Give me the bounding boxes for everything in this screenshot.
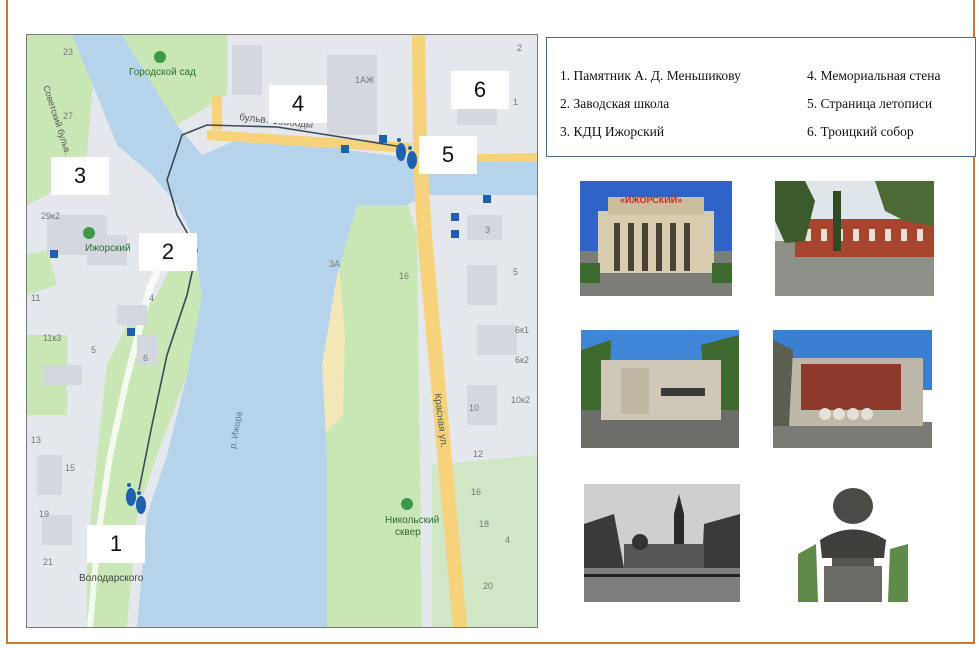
label-nikolsky: Никольский	[385, 515, 440, 526]
house-number: 5	[513, 267, 519, 277]
legend-item-6: 6. Троицкий собор	[807, 124, 914, 139]
label-nikolsky-2: сквер	[395, 527, 421, 538]
marker-3[interactable]: 3	[51, 157, 109, 195]
marker-6[interactable]: 6	[451, 71, 509, 109]
photo-pamyatnik-menshikovu[interactable]	[798, 484, 908, 602]
house-number: 16	[471, 487, 482, 497]
legend-item-4: 4. Мемориальная стена	[807, 68, 941, 83]
house-number: 10	[469, 403, 480, 413]
label-city-garden: Городской сад	[129, 67, 196, 78]
marker-2[interactable]: 2	[139, 233, 197, 271]
house-number: 2	[517, 43, 523, 53]
chronicle-page-image	[773, 330, 932, 448]
house-number: 1	[513, 97, 519, 107]
kdc-sign-text: «ИЖОРСКИЙ»	[620, 195, 683, 205]
house-number: 10к2	[511, 395, 530, 405]
route-map[interactable]: Городской сад Ижорский Никольский сквер …	[26, 34, 538, 628]
memorial-wall-image	[581, 330, 739, 448]
house-number: 11	[31, 293, 41, 303]
photo-zavodskaya-shkola[interactable]	[775, 181, 934, 296]
house-number: 3	[485, 225, 491, 235]
house-number: 3А	[329, 259, 341, 269]
house-number: 19	[39, 509, 50, 519]
photo-troitsky-sobor[interactable]	[584, 484, 740, 602]
house-number: 23	[63, 47, 74, 57]
legend-box: 1. Памятник А. Д. Меньшикову 2. Заводска…	[546, 37, 976, 157]
cathedral-image	[584, 484, 740, 602]
legend-item-1: 1. Памятник А. Д. Меньшикову	[560, 68, 741, 83]
photo-kdc-izhorsky[interactable]: «ИЖОРСКИЙ»	[580, 181, 732, 296]
legend-item-3: 3. КДЦ Ижорский	[560, 124, 665, 139]
house-number: 29к2	[41, 211, 60, 221]
house-number: 13	[31, 435, 42, 445]
house-number: 20	[483, 581, 494, 591]
photo-stranitsa-letopisi[interactable]	[773, 330, 932, 448]
label-volodarskogo: Володарского	[79, 573, 144, 584]
house-number: 18	[479, 519, 490, 529]
house-number: 6к1	[515, 325, 529, 335]
school-image	[775, 181, 934, 296]
photo-memorialnaya-stena[interactable]	[581, 330, 739, 448]
house-number: 6к2	[515, 355, 529, 365]
house-number: 16	[399, 271, 410, 281]
marker-1[interactable]: 1	[87, 525, 145, 563]
house-number: 15	[65, 463, 76, 473]
house-number: 11к3	[43, 333, 62, 343]
house-number: 4	[505, 535, 511, 545]
house-number: 6	[143, 353, 149, 363]
legend-item-2: 2. Заводская школа	[560, 96, 670, 111]
menshikov-bust-image	[798, 484, 908, 602]
legend-item-5: 5. Страница летописи	[807, 96, 933, 111]
marker-4[interactable]: 4	[269, 85, 327, 123]
label-izhorsky: Ижорский	[85, 243, 131, 254]
house-number: 21	[43, 557, 54, 567]
house-number: 1АЖ	[355, 75, 375, 85]
house-number: 27	[63, 111, 74, 121]
house-number: 12	[473, 449, 484, 459]
house-number: 5	[91, 345, 97, 355]
marker-5[interactable]: 5	[419, 136, 477, 174]
house-number: 4	[149, 293, 155, 303]
